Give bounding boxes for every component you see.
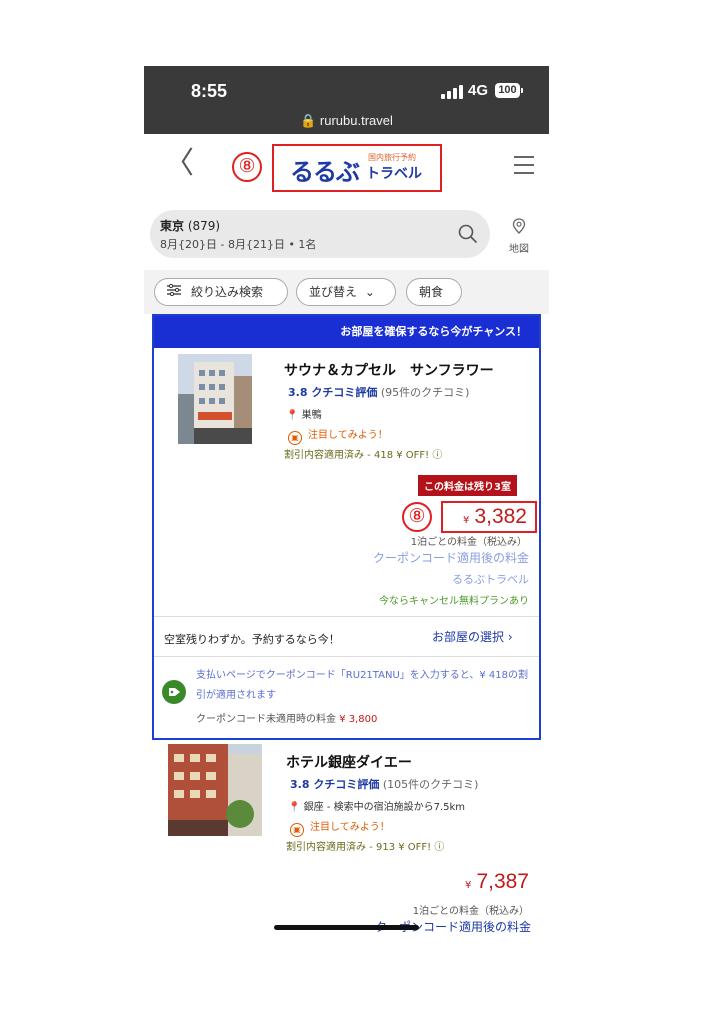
- rooms-left-badge: この料金は残り3室: [418, 475, 517, 496]
- search-count: (879): [187, 219, 221, 233]
- rating[interactable]: 3.8 クチコミ評価 (105件のクチコミ): [290, 776, 478, 792]
- coupon-old-value: ¥ 3,800: [339, 714, 378, 725]
- coupon-old-price: クーポンコード未適用時の料金 ¥ 3,800: [196, 710, 377, 725]
- review-count: (105件のクチコミ): [382, 778, 479, 791]
- attention-note: ▣ 注目してみよう！: [288, 426, 388, 445]
- filter-search-label: 絞り込み検索: [191, 285, 264, 299]
- per-night-label: 1泊ごとの料金（税込み）: [410, 537, 527, 548]
- logo-sub-text: トラベル: [366, 166, 422, 182]
- rating-score: 3.8 クチコミ評価: [290, 778, 380, 791]
- hotel-name[interactable]: ホテル銀座ダイエー: [286, 752, 412, 772]
- logo-tagline: 国内旅行予約: [368, 153, 416, 162]
- location-pin-icon: 📍: [286, 410, 299, 421]
- search-row: 東京 (879) 8月{20}日 - 8月{21}日 • 1名 地図: [144, 202, 549, 270]
- search-summary[interactable]: 東京 (879) 8月{20}日 - 8月{21}日 • 1名: [150, 210, 490, 258]
- chevron-down-icon: ⌄: [364, 285, 375, 299]
- free-cancel-note: 今ならキャンセル無料プランあり: [379, 596, 529, 607]
- breakfast-label: 朝食: [419, 285, 444, 299]
- notice-icon: ▣: [288, 431, 302, 445]
- rating[interactable]: 3.8 クチコミ評価 (95件のクチコミ): [288, 384, 469, 400]
- logo-main-text: るるぶ: [290, 158, 360, 186]
- currency-symbol: ¥: [462, 515, 470, 526]
- coupon-price-label: クーポンコード適用後の料金: [372, 551, 529, 565]
- search-dates: 8月{20}日 - 8月{21}日 • 1名: [160, 238, 317, 251]
- coupon-old-label: クーポンコード未適用時の料金: [196, 714, 336, 725]
- price: 3,382: [474, 505, 527, 528]
- site-header: 〈 ⑧ るるぶ 国内旅行予約 トラベル: [144, 134, 549, 202]
- hotel-photo[interactable]: [178, 354, 252, 444]
- location-text: 銀座 - 検索中の宿泊施設から7.5km: [303, 802, 466, 813]
- home-indicator[interactable]: [274, 925, 419, 930]
- phone-screen: 8:55 4G 100 🔒 rurubu.travel 〈 ⑧ るるぶ 国内旅行…: [144, 66, 549, 942]
- breakfast-chip[interactable]: 朝食: [406, 278, 462, 306]
- discount-note: 割引内容適用済み - 418 ¥ OFF! ⓘ: [284, 450, 443, 461]
- annotation-marker: ⑧: [402, 502, 432, 532]
- status-time: 8:55: [191, 81, 228, 101]
- hotel-card[interactable]: お部屋を確保するなら今がチャンス！ サウナ＆カプセル サンフラワー 3.8 クチ…: [152, 314, 541, 740]
- hotel-photo[interactable]: [168, 744, 262, 836]
- search-city-line: 東京 (879): [160, 217, 220, 234]
- attention-text: 注目してみよう！: [308, 430, 388, 441]
- price: 7,387: [476, 870, 529, 893]
- location-pin-icon: 📍: [288, 802, 301, 813]
- map-label: 地図: [509, 244, 529, 255]
- divider: [154, 616, 539, 617]
- signal-icon: [441, 85, 465, 99]
- sort-chip[interactable]: 並び替え ⌄: [296, 278, 396, 306]
- url-bar[interactable]: 🔒 rurubu.travel: [144, 113, 549, 129]
- location-text: 巣鴨: [301, 410, 322, 421]
- vendor-name: るるぶトラベル: [452, 573, 529, 586]
- filter-search-chip[interactable]: 絞り込み検索: [154, 278, 288, 306]
- divider: [154, 656, 539, 657]
- map-button[interactable]: 地図: [502, 218, 536, 255]
- price-block: ¥ 7,387: [465, 870, 529, 894]
- hamburger-menu-icon[interactable]: [514, 156, 534, 174]
- promo-banner: お部屋を確保するなら今がチャンス！: [154, 316, 539, 348]
- per-night-label: 1泊ごとの料金（税込み）: [412, 906, 529, 917]
- search-icon: [458, 224, 478, 244]
- url-text: rurubu.travel: [319, 113, 393, 128]
- battery-icon: 100: [495, 83, 523, 98]
- currency-symbol: ¥: [464, 880, 472, 891]
- coupon-message: 支払いページでクーポンコード「RU21TANU」を入力すると、¥ 418の割引が…: [196, 670, 528, 701]
- location: 📍 巣鴨: [286, 406, 322, 421]
- filter-bar: 絞り込み検索 並び替え ⌄ 朝食: [144, 270, 549, 314]
- few-rooms-note: 空室残りわずか。予約するなら今！: [164, 633, 340, 646]
- discount-note: 割引内容適用済み - 913 ¥ OFF! ⓘ: [286, 842, 445, 853]
- annotation-marker: ⑧: [232, 152, 262, 182]
- back-icon[interactable]: 〈: [164, 149, 194, 179]
- sort-label: 並び替え: [309, 285, 358, 299]
- search-city: 東京: [160, 219, 185, 233]
- logo[interactable]: るるぶ 国内旅行予約 トラベル: [272, 144, 442, 192]
- select-room-link[interactable]: お部屋の選択 ›: [432, 628, 513, 645]
- location: 📍 銀座 - 検索中の宿泊施設から7.5km: [288, 798, 465, 813]
- rating-score: 3.8 クチコミ評価: [288, 386, 378, 399]
- status-bar: 8:55 4G 100 🔒 rurubu.travel: [144, 66, 549, 134]
- attention-text: 注目してみよう！: [310, 822, 390, 833]
- review-count: (95件のクチコミ): [380, 386, 470, 399]
- map-pin-icon: [512, 218, 526, 234]
- network-type: 4G: [468, 82, 489, 99]
- hotel-name[interactable]: サウナ＆カプセル サンフラワー: [284, 360, 494, 380]
- hotel-card[interactable]: ホテル銀座ダイエー 3.8 クチコミ評価 (105件のクチコミ) 📍 銀座 - …: [152, 742, 541, 942]
- attention-note: ▣ 注目してみよう！: [290, 818, 390, 837]
- coupon-tag-icon: [162, 680, 186, 704]
- sliders-icon: [167, 279, 181, 305]
- notice-icon: ▣: [290, 823, 304, 837]
- price-highlight: ¥ 3,382: [441, 501, 537, 533]
